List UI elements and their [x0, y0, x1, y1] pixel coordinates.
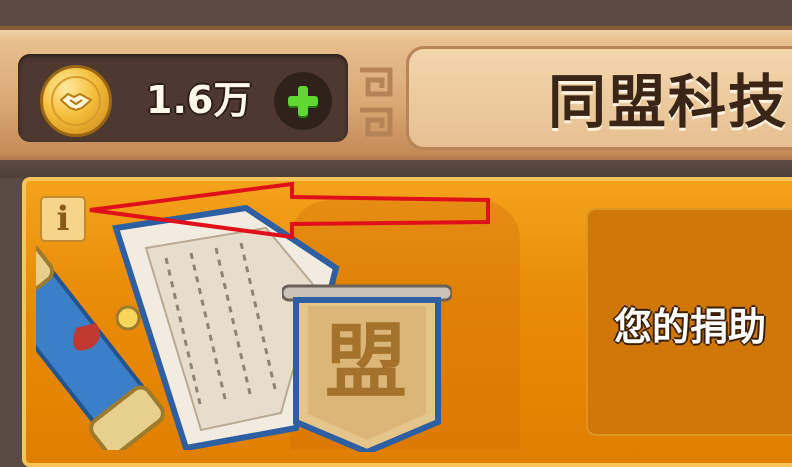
add-currency-button[interactable] — [274, 72, 332, 130]
alliance-coin-icon — [40, 65, 112, 137]
fret-ornament — [360, 67, 393, 137]
donation-label: 您的捐助 — [614, 305, 767, 349]
banner-emblem-text: 盟 — [324, 314, 407, 410]
page-title: 同盟科技 — [548, 68, 789, 136]
currency-amount: 1.6万 — [146, 78, 252, 122]
top-strip — [0, 0, 792, 26]
annotation-arrow — [89, 181, 490, 240]
info-icon: i — [56, 199, 70, 239]
header-divider — [0, 160, 792, 178]
